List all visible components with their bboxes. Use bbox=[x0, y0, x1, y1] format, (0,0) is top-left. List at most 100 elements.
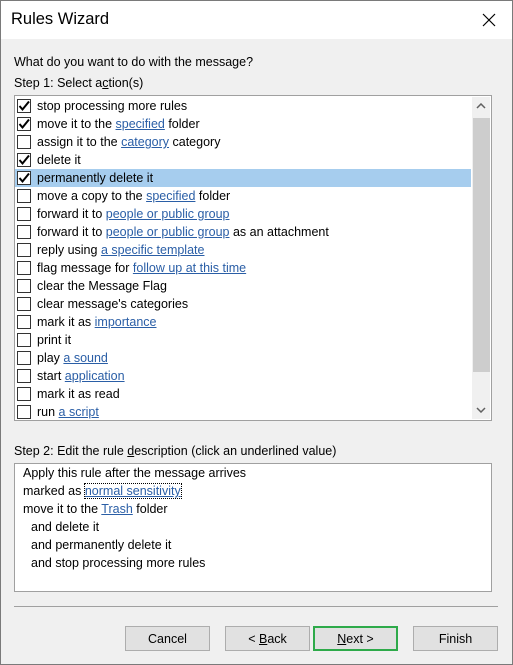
description-text: Apply this rule after the message arrive… bbox=[23, 466, 247, 480]
action-text: reply using bbox=[37, 243, 101, 257]
action-checkbox[interactable] bbox=[17, 153, 31, 167]
step2-label: Step 2: Edit the rule description (click… bbox=[14, 444, 336, 458]
action-checkbox[interactable] bbox=[17, 369, 31, 383]
step1-label: Step 1: Select action(s) bbox=[14, 76, 143, 90]
action-checkbox[interactable] bbox=[17, 117, 31, 131]
checkmark-icon bbox=[18, 118, 30, 130]
action-text: folder bbox=[164, 117, 200, 131]
action-item[interactable]: mark it as importance bbox=[15, 313, 471, 331]
action-item[interactable]: move it to the specified folder bbox=[15, 115, 471, 133]
step1-text: Step 1: Select a bbox=[14, 76, 103, 90]
description-line: Apply this rule after the message arrive… bbox=[23, 466, 246, 484]
action-checkbox[interactable] bbox=[17, 225, 31, 239]
action-text: flag message for bbox=[37, 261, 133, 275]
step2-text: Step 2: Edit the rule bbox=[14, 444, 128, 458]
action-checkbox[interactable] bbox=[17, 351, 31, 365]
action-link[interactable]: a specific template bbox=[101, 243, 205, 257]
description-text: move it to the bbox=[23, 502, 102, 516]
action-checkbox[interactable] bbox=[17, 135, 31, 149]
scroll-thumb[interactable] bbox=[473, 118, 490, 372]
action-checkbox[interactable] bbox=[17, 279, 31, 293]
action-text: mark it as read bbox=[37, 387, 120, 401]
action-checkbox[interactable] bbox=[17, 261, 31, 275]
rules-wizard-dialog: Rules Wizard What do you want to do with… bbox=[0, 0, 513, 665]
action-checkbox[interactable] bbox=[17, 207, 31, 221]
checkmark-icon bbox=[18, 172, 30, 184]
scroll-up-button[interactable] bbox=[472, 97, 490, 115]
finish-button[interactable]: Finish bbox=[413, 626, 498, 651]
action-item[interactable]: flag message for follow up at this time bbox=[15, 259, 471, 277]
action-item[interactable]: assign it to the category category bbox=[15, 133, 471, 151]
next-label: ext > bbox=[346, 631, 374, 646]
checkmark-icon bbox=[18, 100, 30, 112]
action-text: forward it to bbox=[37, 225, 106, 239]
action-checkbox[interactable] bbox=[17, 189, 31, 203]
action-checkbox[interactable] bbox=[17, 171, 31, 185]
action-checkbox[interactable] bbox=[17, 333, 31, 347]
action-item[interactable]: mark it as read bbox=[15, 385, 471, 403]
separator bbox=[14, 606, 498, 607]
description-text: and stop processing more rules bbox=[31, 556, 206, 570]
action-item[interactable]: permanently delete it bbox=[15, 169, 471, 187]
rule-description-box: Apply this rule after the message arrive… bbox=[14, 463, 492, 592]
action-item[interactable]: stop processing more rules bbox=[15, 97, 471, 115]
action-link[interactable]: importance bbox=[95, 315, 157, 329]
close-button[interactable] bbox=[466, 1, 512, 39]
action-text: as an attachment bbox=[229, 225, 329, 239]
action-link[interactable]: people or public group bbox=[106, 207, 230, 221]
action-link[interactable]: a script bbox=[59, 405, 99, 419]
cancel-label: Cancel bbox=[148, 631, 187, 646]
action-item[interactable]: reply using a specific template bbox=[15, 241, 471, 259]
action-text: mark it as bbox=[37, 315, 95, 329]
back-button[interactable]: < Back bbox=[225, 626, 310, 651]
description-line: and permanently delete it bbox=[31, 538, 171, 556]
actions-list[interactable]: stop processing more rules move it to the… bbox=[14, 95, 492, 421]
action-item[interactable]: start application bbox=[15, 367, 471, 385]
action-link[interactable]: specified bbox=[146, 189, 195, 203]
description-text: and delete it bbox=[31, 520, 100, 534]
action-text: folder bbox=[195, 189, 231, 203]
action-text: run bbox=[37, 405, 59, 419]
back-label: ack bbox=[267, 631, 287, 646]
description-link[interactable]: normal sensitivity bbox=[83, 483, 182, 499]
action-link[interactable]: specified bbox=[116, 117, 165, 131]
description-line: and stop processing more rules bbox=[31, 556, 205, 574]
action-link[interactable]: application bbox=[65, 369, 125, 383]
action-text: move a copy to the bbox=[37, 189, 147, 203]
action-item[interactable]: clear message's categories bbox=[15, 295, 471, 313]
actions-scrollbar[interactable] bbox=[472, 97, 490, 419]
action-checkbox[interactable] bbox=[17, 387, 31, 401]
action-item[interactable]: run a script bbox=[15, 403, 471, 420]
action-link[interactable]: a sound bbox=[63, 351, 107, 365]
action-item[interactable]: delete it bbox=[15, 151, 471, 169]
action-text: clear message's categories bbox=[37, 297, 189, 311]
action-checkbox[interactable] bbox=[17, 315, 31, 329]
action-link[interactable]: follow up at this time bbox=[133, 261, 246, 275]
finish-label: Finish bbox=[438, 631, 473, 646]
action-item[interactable]: play a sound bbox=[15, 349, 471, 367]
action-item[interactable]: print it bbox=[15, 331, 471, 349]
action-link[interactable]: category bbox=[121, 135, 169, 149]
prompt-label: What do you want to do with the message? bbox=[14, 55, 254, 69]
action-text: start bbox=[37, 369, 65, 383]
action-checkbox[interactable] bbox=[17, 405, 31, 419]
description-link[interactable]: Trash bbox=[101, 502, 133, 516]
action-item[interactable]: forward it to people or public group as … bbox=[15, 223, 471, 241]
action-item[interactable]: forward it to people or public group bbox=[15, 205, 471, 223]
action-text: play bbox=[37, 351, 64, 365]
description-line: and delete it bbox=[31, 520, 99, 538]
step1-text-end: tion(s) bbox=[108, 76, 144, 90]
action-item[interactable]: clear the Message Flag bbox=[15, 277, 471, 295]
scroll-down-button[interactable] bbox=[472, 401, 490, 419]
back-mnemonic: B bbox=[258, 631, 268, 646]
description-line: move it to the Trash folder bbox=[23, 502, 168, 520]
action-checkbox[interactable] bbox=[17, 99, 31, 113]
action-item[interactable]: move a copy to the specified folder bbox=[15, 187, 471, 205]
action-link[interactable]: people or public group bbox=[106, 225, 230, 239]
checkmark-icon bbox=[18, 154, 30, 166]
close-icon bbox=[482, 13, 496, 27]
next-button[interactable]: Next > bbox=[313, 626, 398, 651]
action-checkbox[interactable] bbox=[17, 243, 31, 257]
action-checkbox[interactable] bbox=[17, 297, 31, 311]
cancel-button[interactable]: Cancel bbox=[125, 626, 210, 651]
